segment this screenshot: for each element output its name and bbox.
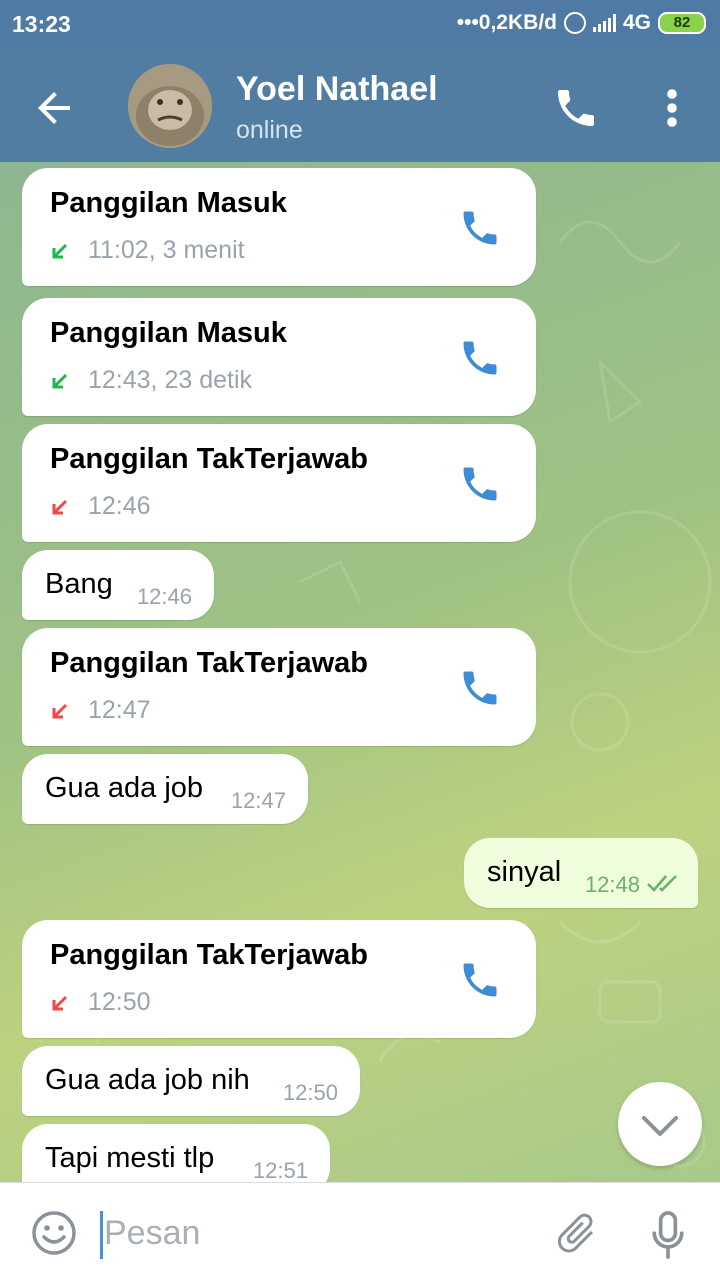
call-message[interactable]: Panggilan TakTerjawab 12:46	[22, 424, 536, 542]
missed-arrow-icon	[52, 995, 68, 1010]
message-text: Bang	[45, 568, 113, 600]
call-title: Panggilan TakTerjawab	[50, 647, 369, 679]
message-text: Gua ada job	[45, 772, 204, 804]
message-time: 12:47	[230, 788, 286, 813]
phone-icon[interactable]	[458, 336, 502, 380]
status-bar: 13:23 •••0,2KB/d 4G 82	[0, 0, 720, 50]
call-meta: 11:02, 3 menit	[50, 236, 245, 265]
text-message[interactable]: Bang 12:46	[22, 550, 214, 620]
message-time: 12:46	[136, 584, 192, 609]
text-message[interactable]: Gua ada job 12:47	[22, 754, 308, 824]
phone-icon[interactable]	[458, 666, 502, 710]
message-text: Tapi mesti tlp	[45, 1142, 215, 1174]
battery-icon: 82	[658, 12, 706, 34]
contact-name[interactable]: Yoel Nathael	[236, 70, 438, 109]
call-message[interactable]: Panggilan TakTerjawab 12:47	[22, 628, 536, 746]
call-message[interactable]: Panggilan Masuk 12:43, 23 detik	[22, 298, 536, 416]
incoming-arrow-icon	[52, 243, 68, 258]
message-time: 12:48	[584, 872, 640, 897]
text-cursor	[100, 1211, 103, 1259]
chevron-down-icon	[642, 1116, 678, 1136]
paperclip-icon[interactable]	[552, 1209, 600, 1257]
call-meta: 12:50	[50, 988, 151, 1017]
message-list[interactable]: Panggilan Masuk 11:02, 3 menit Panggilan…	[0, 162, 720, 1182]
double-check-icon	[647, 875, 677, 892]
network-speed: •••0,2KB/d	[456, 11, 557, 34]
network-type: 4G	[622, 11, 651, 34]
message-input[interactable]	[104, 1205, 524, 1261]
call-meta: 12:47	[50, 696, 151, 725]
text-message[interactable]: Tapi mesti tlp 12:51	[22, 1124, 330, 1182]
call-meta: 12:43, 23 detik	[50, 366, 252, 395]
message-time: 12:50	[282, 1080, 338, 1105]
phone-icon[interactable]	[552, 84, 600, 132]
avatar[interactable]	[128, 64, 212, 148]
phone-icon[interactable]	[458, 206, 502, 250]
contact-status: online	[236, 116, 303, 144]
message-time: 12:51	[252, 1158, 308, 1182]
scroll-down-button[interactable]	[618, 1082, 702, 1166]
call-title: Panggilan Masuk	[50, 317, 287, 349]
arrow-back-icon[interactable]	[30, 84, 78, 132]
status-indicators: •••0,2KB/d 4G 82	[457, 11, 706, 35]
text-message[interactable]: Gua ada job nih 12:50	[22, 1046, 360, 1116]
call-message[interactable]: Panggilan Masuk 11:02, 3 menit	[22, 168, 536, 286]
outgoing-message[interactable]: sinyal 12:48	[464, 838, 698, 908]
signal-icon	[592, 14, 616, 32]
microphone-icon[interactable]	[646, 1209, 690, 1261]
call-meta: 12:46	[50, 492, 151, 521]
more-vert-icon[interactable]	[652, 84, 692, 132]
message-text: Gua ada job nih	[45, 1064, 250, 1096]
call-title: Panggilan TakTerjawab	[50, 939, 369, 971]
call-title: Panggilan TakTerjawab	[50, 443, 369, 475]
phone-icon[interactable]	[458, 958, 502, 1002]
call-title: Panggilan Masuk	[50, 187, 287, 219]
missed-arrow-icon	[52, 499, 68, 514]
status-time: 13:23	[12, 11, 71, 37]
message-composer	[0, 1182, 720, 1280]
chat-header: Yoel Nathael online	[0, 50, 720, 162]
missed-arrow-icon	[52, 703, 68, 718]
call-message[interactable]: Panggilan TakTerjawab 12:50	[22, 920, 536, 1038]
phone-icon[interactable]	[458, 462, 502, 506]
emoji-icon[interactable]	[30, 1209, 78, 1257]
message-text: sinyal	[487, 856, 562, 888]
alarm-icon	[563, 12, 586, 34]
incoming-arrow-icon	[52, 373, 68, 388]
